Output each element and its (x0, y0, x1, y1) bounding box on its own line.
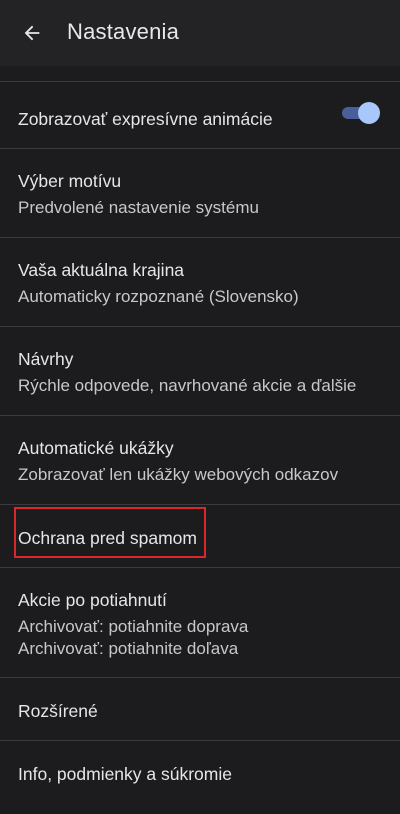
setting-previews-subtitle: Zobrazovať len ukážky webových odkazov (18, 465, 339, 484)
setting-country-title: Vaša aktuálna krajina (18, 260, 185, 280)
setting-swipe-actions[interactable]: Akcie po potiahnutí Archivovať: potiahni… (0, 568, 400, 677)
setting-theme[interactable]: Výber motívu Predvolené nastavenie systé… (0, 149, 400, 237)
setting-about[interactable]: Info, podmienky a súkromie (0, 741, 400, 803)
setting-previews-title: Automatické ukážky (18, 438, 174, 458)
arrow-back-icon (24, 25, 40, 41)
setting-previews[interactable]: Automatické ukážky Zobrazovať len ukážky… (0, 416, 400, 504)
setting-advanced[interactable]: Rozšírené (0, 678, 400, 740)
setting-expressive-animations-label: Zobrazovať expresívne animácie (18, 109, 273, 129)
setting-swipe-title: Akcie po potiahnutí (18, 590, 167, 610)
highlight-box (14, 507, 206, 558)
setting-suggestions-subtitle: Rýchle odpovede, navrhované akcie a ďalš… (18, 376, 357, 395)
setting-theme-title: Výber motívu (18, 171, 122, 191)
settings-list: Zobrazovať expresívne animácie Výber mot… (0, 66, 400, 803)
toggle-thumb (358, 102, 380, 124)
setting-advanced-title: Rozšírené (18, 701, 98, 721)
back-button[interactable] (12, 13, 52, 53)
setting-suggestions[interactable]: Návrhy Rýchle odpovede, navrhované akcie… (0, 327, 400, 415)
page-title: Nastavenia (67, 19, 180, 44)
setting-theme-subtitle: Predvolené nastavenie systému (18, 198, 259, 217)
setting-expressive-animations[interactable]: Zobrazovať expresívne animácie (0, 82, 400, 142)
setting-country-subtitle: Automaticky rozpoznané (Slovensko) (18, 287, 299, 306)
setting-suggestions-title: Návrhy (18, 349, 74, 369)
expressive-animations-toggle[interactable] (342, 102, 380, 124)
setting-country[interactable]: Vaša aktuálna krajina Automaticky rozpoz… (0, 238, 400, 326)
setting-swipe-subtitle-left: Archivovať: potiahnite doľava (18, 639, 239, 658)
setting-swipe-subtitle-right: Archivovať: potiahnite doprava (18, 617, 249, 636)
setting-about-title: Info, podmienky a súkromie (18, 764, 232, 784)
app-bar: Nastavenia (0, 0, 400, 66)
